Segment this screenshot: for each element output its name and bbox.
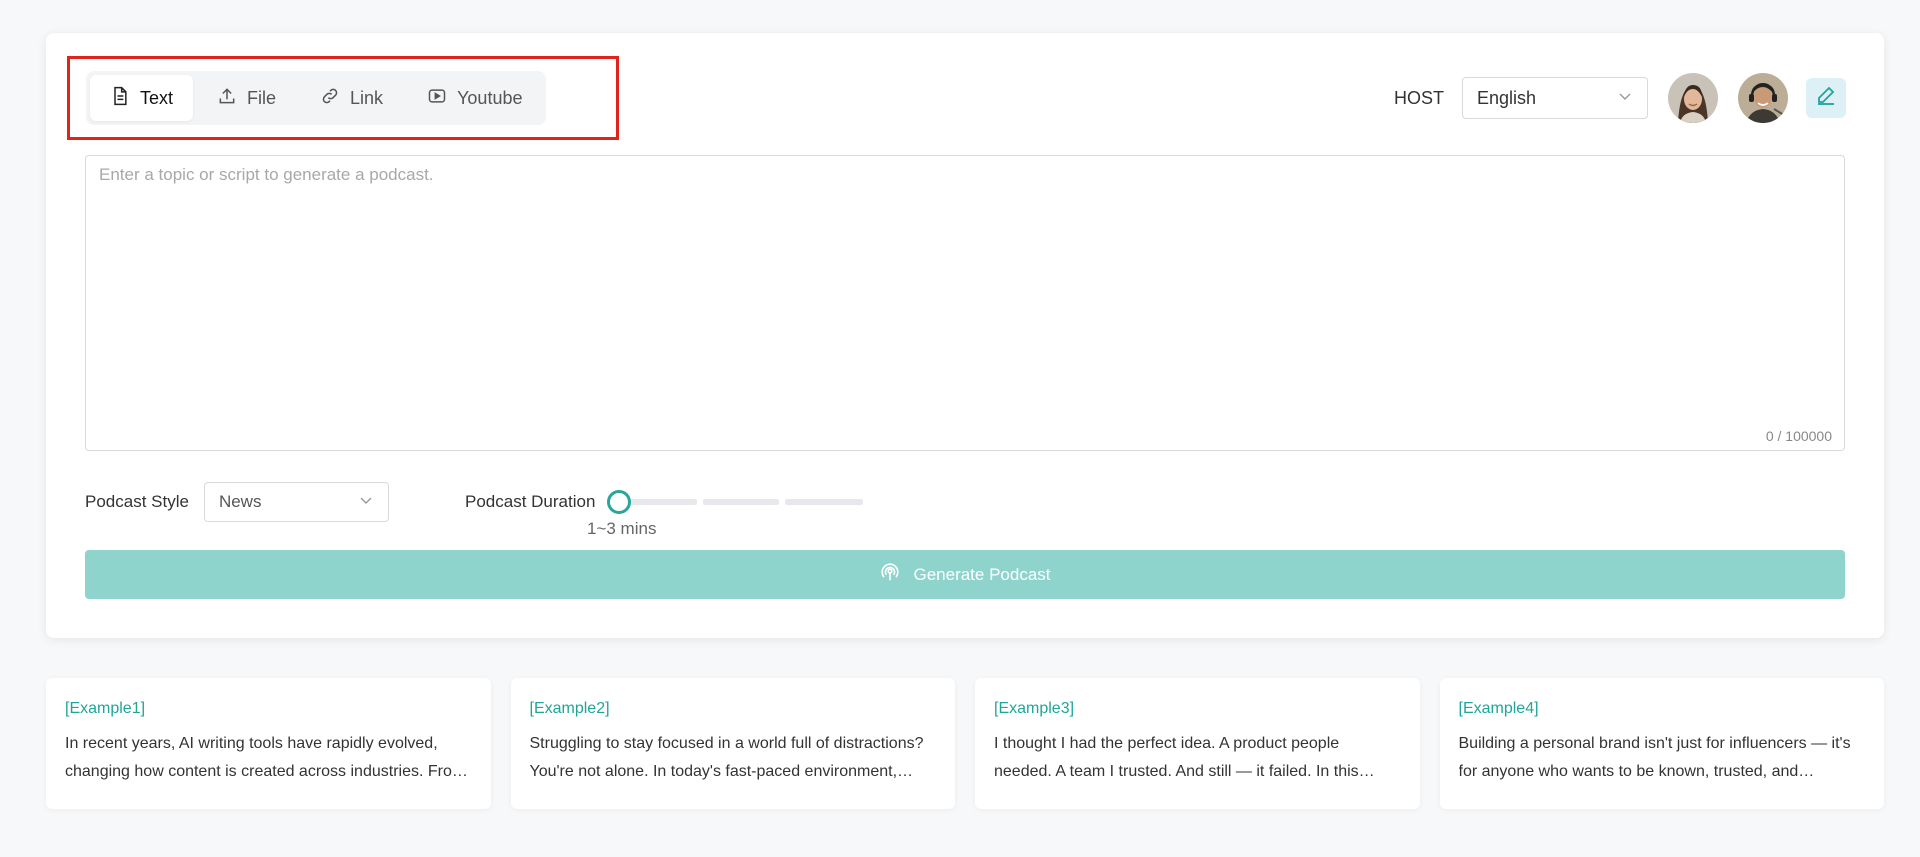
slider-segment (785, 499, 864, 505)
document-icon (110, 86, 130, 111)
link-icon (320, 86, 340, 111)
host-avatar-female[interactable] (1668, 73, 1718, 123)
slider-segment (703, 499, 780, 505)
example-text: In recent years, AI writing tools have r… (65, 735, 466, 780)
topic-input[interactable] (86, 156, 1844, 450)
example-card-2[interactable]: [Example2] Struggling to stay focused in… (510, 678, 955, 809)
podcast-style-value: News (218, 492, 262, 511)
host-label: HOST (1393, 87, 1444, 108)
example-card-1[interactable]: [Example1] In recent years, AI writing t… (46, 678, 491, 809)
duration-value: 1~3 mins (587, 519, 657, 538)
podcast-generator-card: Text File Link Youtube HOST English Ente… (46, 33, 1884, 638)
generate-podcast-button[interactable]: Generate Podcast (85, 550, 1845, 599)
example-text: Building a personal brand isn't just for… (1458, 735, 1851, 780)
tab-label: Link (350, 87, 384, 108)
tab-label: Text (140, 87, 174, 108)
chevron-down-icon (1617, 88, 1633, 109)
edit-hosts-button[interactable] (1806, 78, 1846, 118)
tab-youtube[interactable]: Youtube (407, 75, 542, 121)
chevron-down-icon (358, 492, 374, 513)
tab-link[interactable]: Link (300, 75, 403, 121)
generate-label: Generate Podcast (913, 564, 1051, 584)
character-counter: 0 / 100000 (1765, 428, 1832, 444)
example-card-4[interactable]: [Example4] Building a personal brand isn… (1439, 678, 1884, 809)
example-title: [Example3] (994, 700, 1075, 717)
slider-segment (621, 499, 698, 505)
podcast-duration-row: Podcast Duration (465, 482, 867, 522)
example-text: Struggling to stay focused in a world fu… (529, 735, 924, 780)
source-tabs: Text File Link Youtube (86, 71, 547, 125)
tab-text[interactable]: Text (90, 75, 194, 121)
example-title: [Example4] (1458, 700, 1539, 717)
example-card-3[interactable]: [Example3] I thought I had the perfect i… (975, 678, 1420, 809)
language-value: English (1477, 87, 1537, 108)
tab-label: Youtube (457, 87, 523, 108)
example-title: [Example2] (529, 700, 610, 717)
podcast-style-select[interactable]: News (203, 482, 389, 522)
host-controls: HOST English (1394, 71, 1846, 125)
podcast-duration-label: Podcast Duration (465, 492, 596, 511)
duration-slider[interactable] (607, 490, 867, 514)
podcast-icon (879, 561, 901, 588)
podcast-style-row: Podcast Style News (85, 482, 389, 522)
pencil-icon (1814, 84, 1838, 113)
language-select[interactable]: English (1462, 77, 1648, 119)
example-title: [Example1] (65, 700, 146, 717)
tab-file[interactable]: File (197, 75, 296, 121)
tab-label: File (247, 87, 277, 108)
youtube-icon (427, 86, 447, 111)
upload-icon (217, 86, 237, 111)
podcast-style-label: Podcast Style (85, 492, 189, 511)
example-text: I thought I had the perfect idea. A prod… (994, 735, 1359, 780)
slider-thumb[interactable] (607, 490, 632, 514)
topic-input-wrapper: 0 / 100000 (85, 155, 1845, 451)
examples-list: [Example1] In recent years, AI writing t… (46, 678, 1884, 809)
host-avatar-male[interactable] (1738, 73, 1788, 123)
